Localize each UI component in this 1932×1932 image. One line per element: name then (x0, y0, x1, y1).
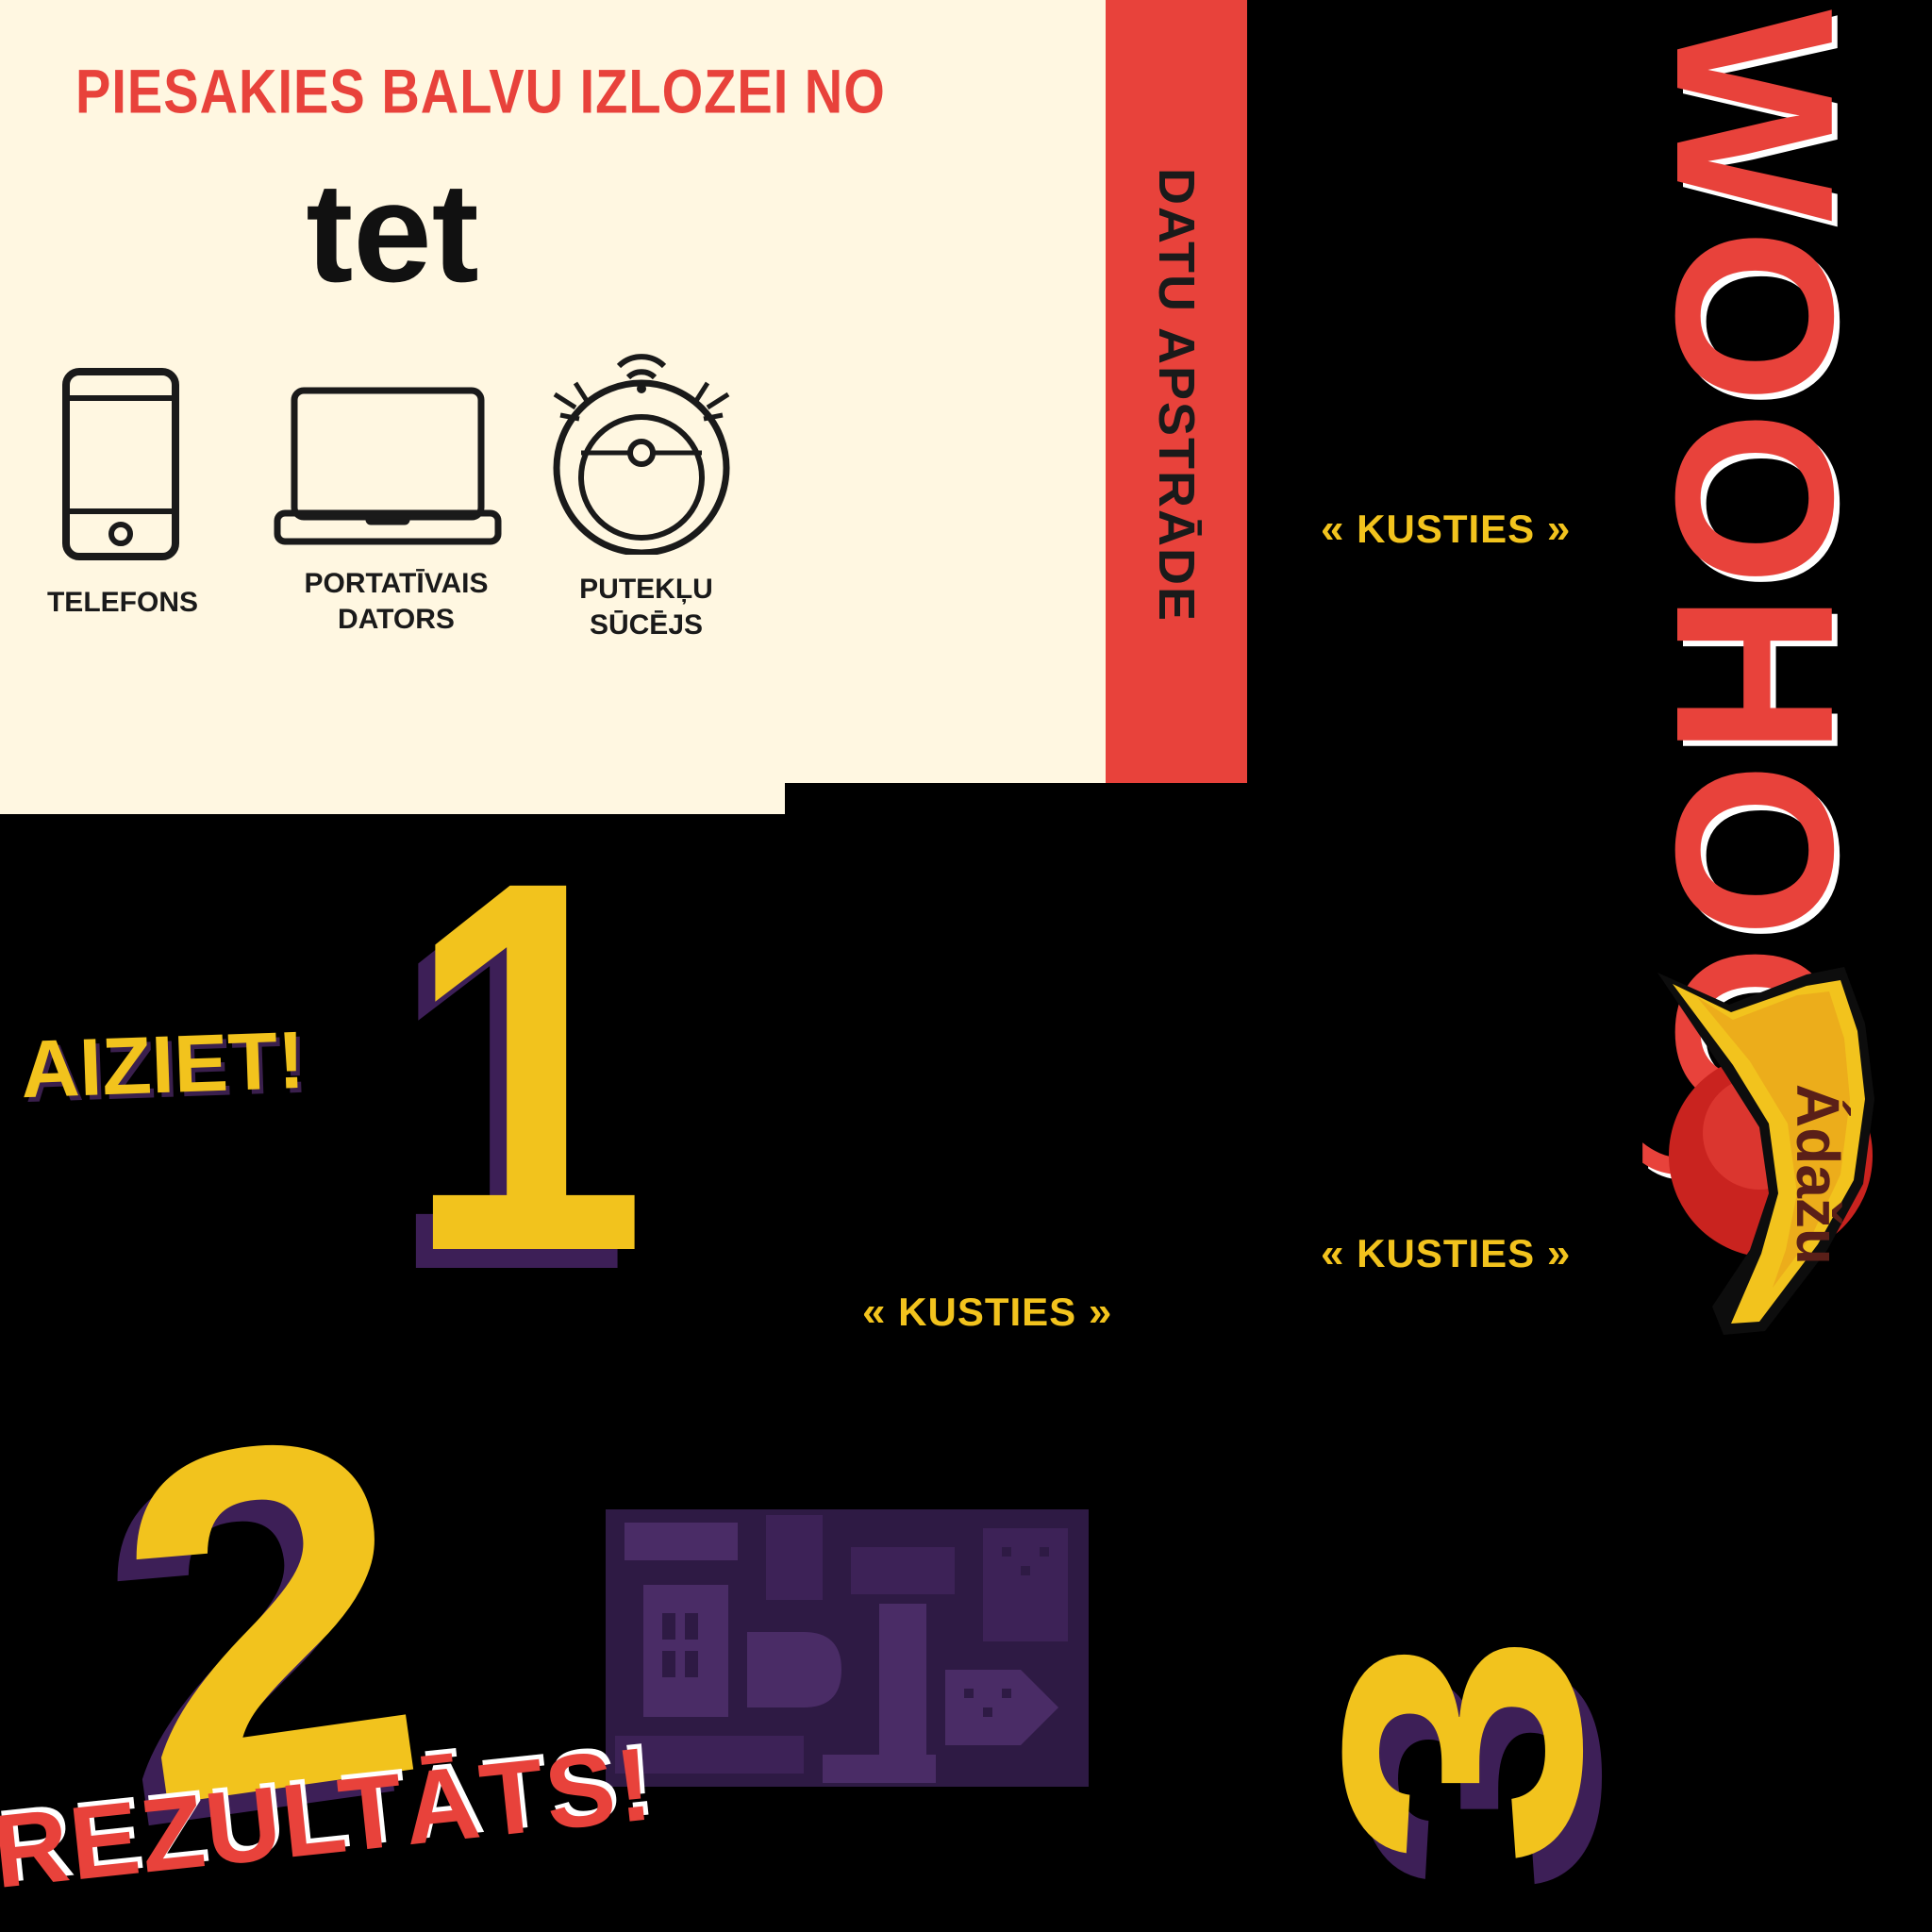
tet-logo-text: tet (306, 166, 478, 311)
chevron-right-icon: » (1088, 1289, 1113, 1335)
laptop-icon (274, 387, 502, 545)
chevron-right-icon: » (1546, 1230, 1572, 1276)
prize-item-vacuum: PUTEKĻU SŪCĒJS (557, 572, 736, 643)
adazu-logo: Ádažu (1657, 967, 1874, 1335)
go-text: AIZIET! (19, 1014, 307, 1116)
number-three: 3 (1273, 1631, 1652, 1868)
prize-item-laptop: PORTATĪVAIS DATORS (283, 566, 509, 638)
prize-label-line2: SŪCĒJS (589, 609, 704, 641)
data-processing-label: DATU APSTRĀDE (1148, 168, 1205, 623)
chevron-right-icon: » (1546, 506, 1572, 552)
kusties-label: « KUSTIES » (1321, 1230, 1571, 1277)
phone-icon (62, 368, 179, 560)
kusties-text: KUSTIES (1357, 507, 1536, 551)
chevron-left-icon: « (862, 1289, 887, 1335)
prize-label-line1: PORTATĪVAIS (304, 568, 489, 599)
chevron-left-icon: « (1321, 1230, 1345, 1276)
chevron-left-icon: « (1321, 506, 1345, 552)
data-processing-label-wrap: DATU APSTRĀDE (1106, 0, 1247, 783)
prize-label-line2: DATORS (338, 604, 455, 635)
adazu-logo-text: Ádažu (1784, 1084, 1852, 1265)
number-one: 1 (406, 771, 647, 1361)
kusties-label: « KUSTIES » (1321, 506, 1571, 553)
prize-heading: PIESAKIES BALVU IZLOZEI NO (75, 56, 886, 126)
kusties-text: KUSTIES (1357, 1231, 1536, 1275)
purple-pattern-tile (606, 1509, 1089, 1787)
tet-logo: tet (306, 166, 478, 311)
number-three-wrap: 3 (1264, 1472, 1774, 1868)
robot-vacuum-icon (553, 354, 730, 555)
kusties-label: « KUSTIES » (862, 1289, 1112, 1336)
prize-label-line1: TELEFONS (46, 587, 198, 618)
prize-panel-extension (0, 781, 785, 814)
kusties-text: KUSTIES (898, 1290, 1077, 1334)
prize-label-line1: PUTEKĻU (579, 574, 713, 605)
prize-item-phone: TELEFONS (38, 585, 208, 621)
